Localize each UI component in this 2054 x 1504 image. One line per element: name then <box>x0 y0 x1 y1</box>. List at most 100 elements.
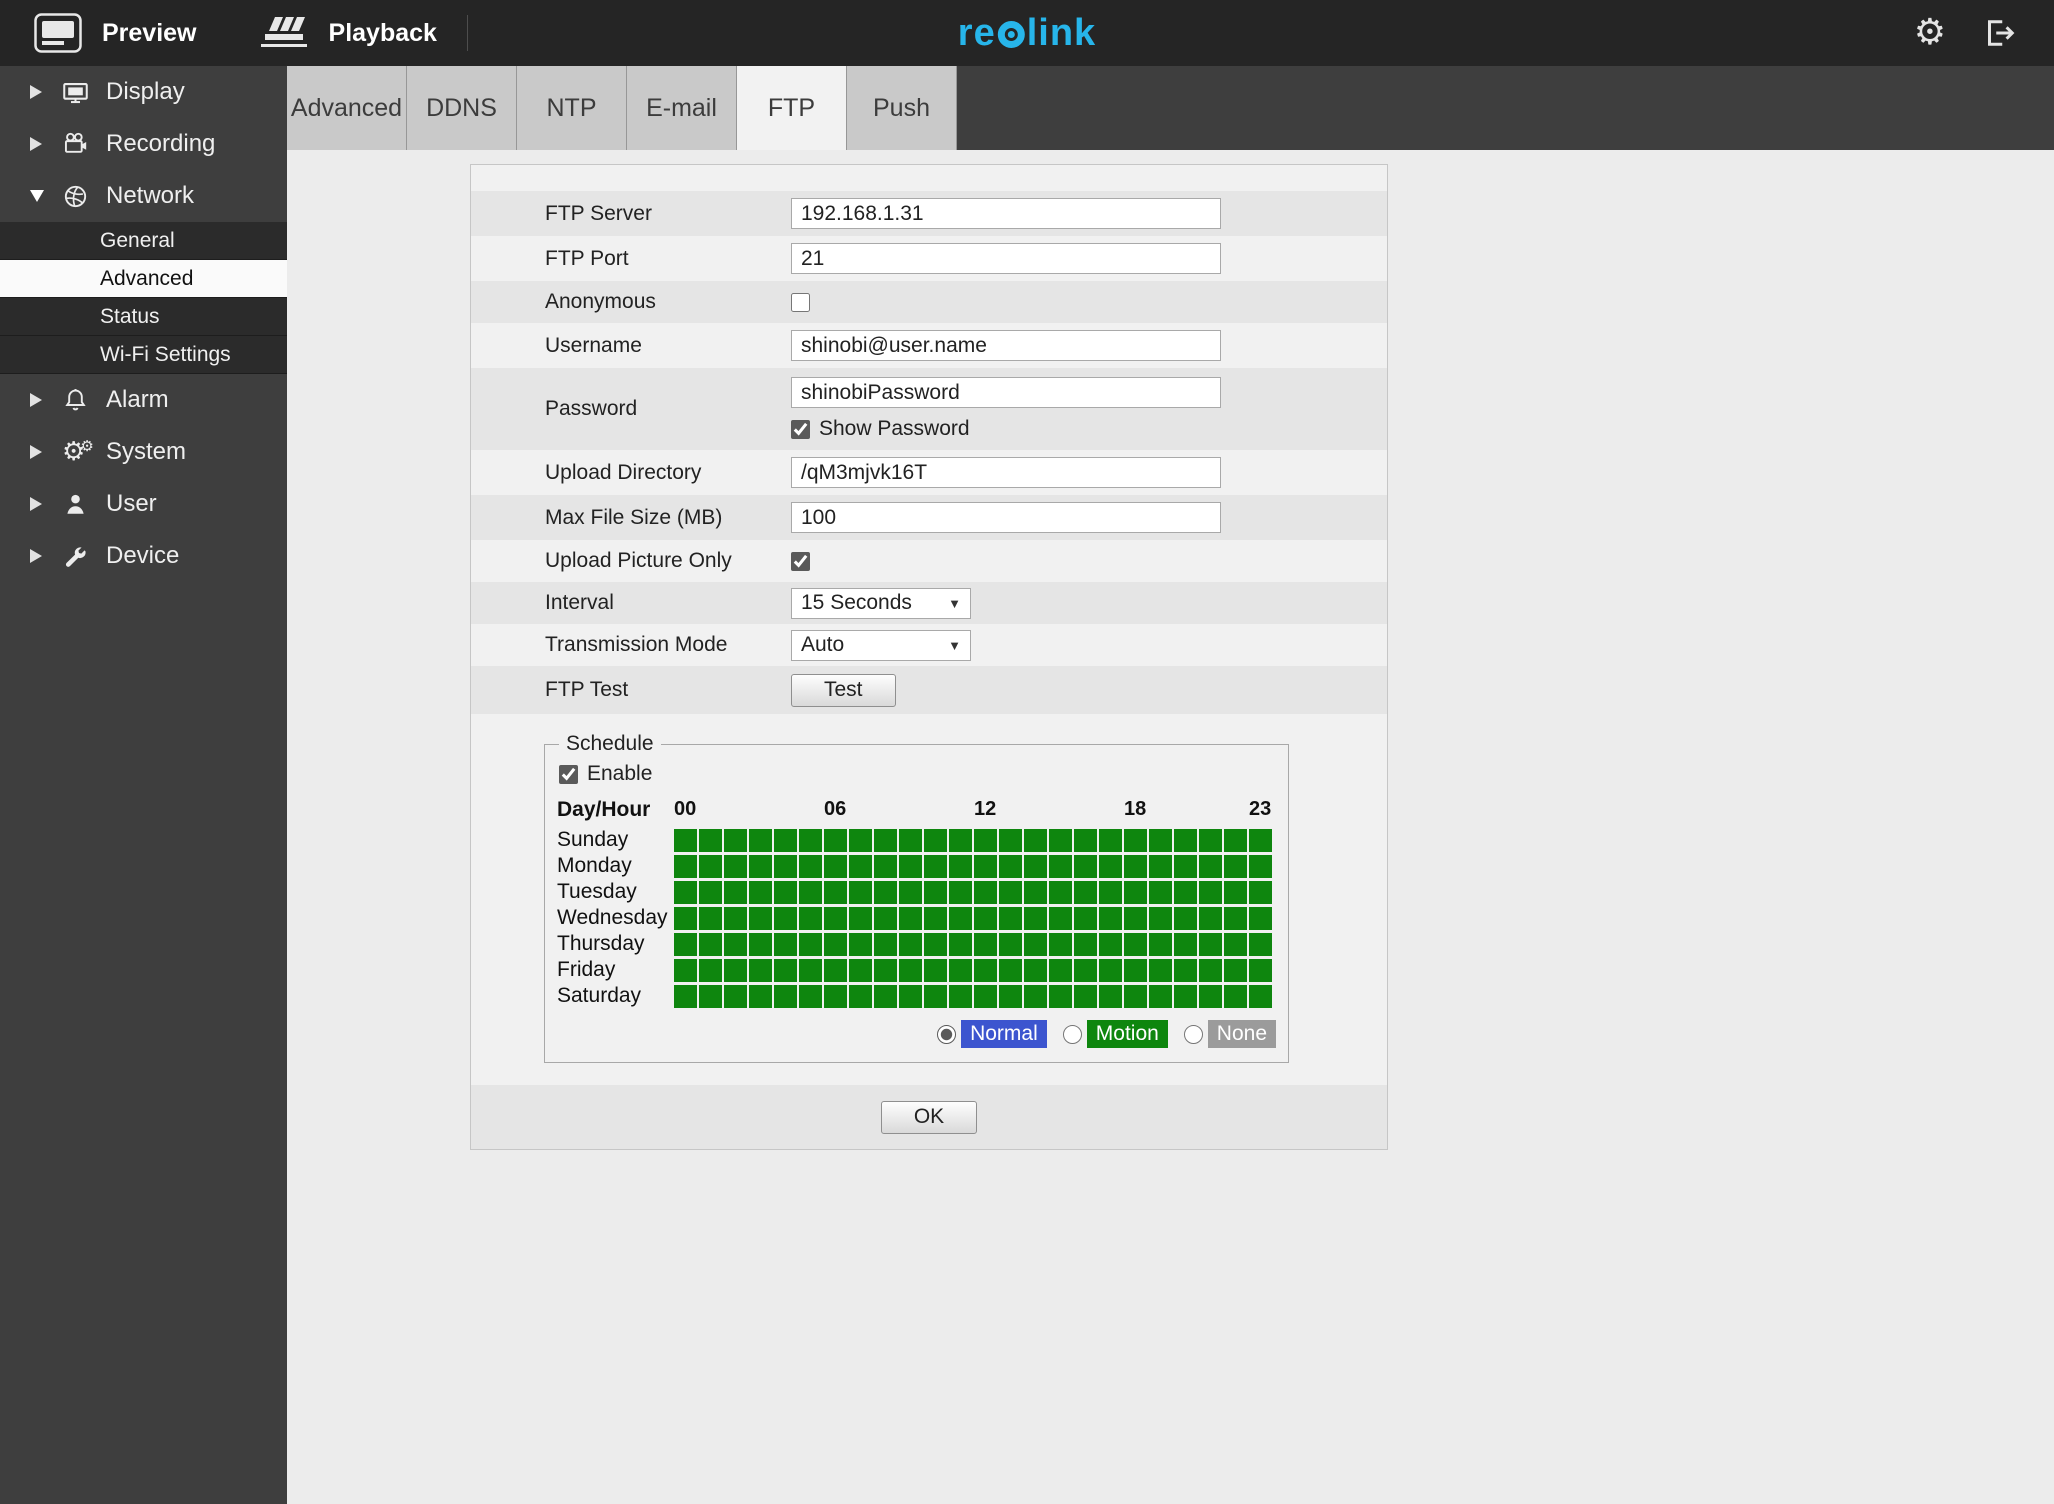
schedule-cell[interactable] <box>1124 906 1147 930</box>
schedule-cell[interactable] <box>724 906 747 930</box>
schedule-cell[interactable] <box>1074 854 1097 878</box>
schedule-cell[interactable] <box>1049 932 1072 956</box>
schedule-cell[interactable] <box>899 854 922 878</box>
schedule-enable-toggle[interactable]: Enable <box>559 762 1276 786</box>
schedule-cell[interactable] <box>699 932 722 956</box>
schedule-cell[interactable] <box>749 854 772 878</box>
schedule-cell[interactable] <box>949 828 972 852</box>
schedule-cell[interactable] <box>1249 880 1272 904</box>
schedule-cell[interactable] <box>1224 854 1247 878</box>
sidebar-subitem-general[interactable]: General <box>0 222 287 260</box>
schedule-cell[interactable] <box>1099 984 1122 1008</box>
schedule-cell[interactable] <box>724 828 747 852</box>
schedule-cell[interactable] <box>824 906 847 930</box>
schedule-cell[interactable] <box>1049 854 1072 878</box>
schedule-cell[interactable] <box>949 958 972 982</box>
schedule-cell[interactable] <box>899 880 922 904</box>
sidebar-subitem-advanced[interactable]: Advanced <box>0 260 287 298</box>
schedule-cell[interactable] <box>999 828 1022 852</box>
schedule-cell[interactable] <box>949 984 972 1008</box>
schedule-cell[interactable] <box>1199 984 1222 1008</box>
schedule-cell[interactable] <box>674 906 697 930</box>
schedule-cell[interactable] <box>1049 828 1072 852</box>
schedule-cell[interactable] <box>874 880 897 904</box>
schedule-mode-none[interactable]: None <box>1183 1020 1276 1048</box>
schedule-cell[interactable] <box>724 958 747 982</box>
ftp-port-input[interactable] <box>791 243 1221 274</box>
schedule-cell[interactable] <box>974 984 997 1008</box>
schedule-cell[interactable] <box>774 958 797 982</box>
schedule-cell[interactable] <box>1099 906 1122 930</box>
schedule-cell[interactable] <box>974 958 997 982</box>
schedule-cell[interactable] <box>799 828 822 852</box>
schedule-cell[interactable] <box>1024 880 1047 904</box>
schedule-cell[interactable] <box>699 958 722 982</box>
max-file-size-input[interactable] <box>791 502 1221 533</box>
sidebar-item-display[interactable]: Display <box>0 66 287 118</box>
schedule-cell[interactable] <box>1099 880 1122 904</box>
schedule-cell[interactable] <box>1124 854 1147 878</box>
schedule-cell[interactable] <box>724 880 747 904</box>
schedule-cell[interactable] <box>774 932 797 956</box>
sidebar-item-network[interactable]: Network <box>0 170 287 222</box>
schedule-cell[interactable] <box>1174 828 1197 852</box>
schedule-cell[interactable] <box>799 854 822 878</box>
schedule-cell[interactable] <box>1199 828 1222 852</box>
schedule-cell[interactable] <box>1249 984 1272 1008</box>
schedule-cell[interactable] <box>1074 880 1097 904</box>
schedule-cell[interactable] <box>1024 984 1047 1008</box>
schedule-cell[interactable] <box>1074 828 1097 852</box>
schedule-cell[interactable] <box>899 932 922 956</box>
sidebar-subitem-wifi-settings[interactable]: Wi-Fi Settings <box>0 336 287 374</box>
schedule-cell[interactable] <box>749 984 772 1008</box>
schedule-cell[interactable] <box>699 880 722 904</box>
mode-none-radio[interactable] <box>1183 1024 1203 1044</box>
schedule-cell[interactable] <box>799 880 822 904</box>
settings-gear-icon[interactable]: ⚙ <box>1914 15 1946 51</box>
schedule-cell[interactable] <box>824 854 847 878</box>
password-input[interactable] <box>791 377 1221 408</box>
upload-directory-input[interactable] <box>791 457 1221 488</box>
schedule-cell[interactable] <box>1149 828 1172 852</box>
schedule-cell[interactable] <box>1149 958 1172 982</box>
ftp-test-button[interactable]: Test <box>791 673 896 707</box>
schedule-cell[interactable] <box>949 932 972 956</box>
schedule-cell[interactable] <box>924 880 947 904</box>
schedule-cell[interactable] <box>1099 854 1122 878</box>
schedule-cell[interactable] <box>849 828 872 852</box>
schedule-cell[interactable] <box>674 932 697 956</box>
schedule-cell[interactable] <box>899 958 922 982</box>
schedule-cell[interactable] <box>724 854 747 878</box>
schedule-cell[interactable] <box>874 828 897 852</box>
schedule-cell[interactable] <box>1224 828 1247 852</box>
schedule-cell[interactable] <box>824 984 847 1008</box>
schedule-cell[interactable] <box>1124 932 1147 956</box>
schedule-cell[interactable] <box>1149 906 1172 930</box>
schedule-cell[interactable] <box>799 932 822 956</box>
schedule-cell[interactable] <box>1174 854 1197 878</box>
schedule-cell[interactable] <box>949 880 972 904</box>
schedule-cell[interactable] <box>724 984 747 1008</box>
schedule-cell[interactable] <box>1024 958 1047 982</box>
schedule-cell[interactable] <box>1074 906 1097 930</box>
schedule-mode-normal[interactable]: Normal <box>937 1020 1047 1048</box>
schedule-cell[interactable] <box>699 984 722 1008</box>
schedule-cell[interactable] <box>849 958 872 982</box>
schedule-cell[interactable] <box>1074 932 1097 956</box>
tab-email[interactable]: E-mail <box>627 66 737 150</box>
schedule-cell[interactable] <box>874 906 897 930</box>
upload-picture-only-checkbox[interactable] <box>791 551 810 571</box>
mode-motion-radio[interactable] <box>1062 1024 1082 1044</box>
schedule-cell[interactable] <box>1074 958 1097 982</box>
schedule-cell[interactable] <box>849 984 872 1008</box>
schedule-cell[interactable] <box>1049 880 1072 904</box>
schedule-cell[interactable] <box>1149 932 1172 956</box>
schedule-cell[interactable] <box>924 958 947 982</box>
schedule-cell[interactable] <box>874 958 897 982</box>
schedule-cell[interactable] <box>1024 828 1047 852</box>
schedule-cell[interactable] <box>1049 958 1072 982</box>
schedule-cell[interactable] <box>1149 854 1172 878</box>
schedule-cell[interactable] <box>1124 880 1147 904</box>
schedule-cell[interactable] <box>1224 880 1247 904</box>
schedule-cell[interactable] <box>874 932 897 956</box>
